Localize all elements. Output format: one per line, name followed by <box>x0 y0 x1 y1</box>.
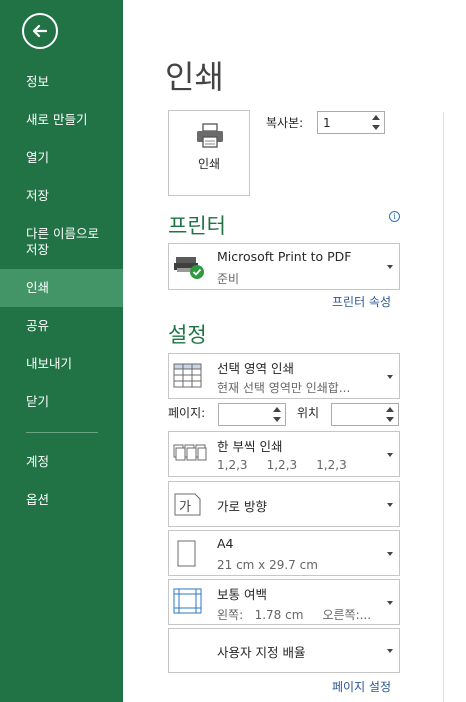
copies-stepper[interactable]: 1 <box>317 111 385 134</box>
chevron-down-icon <box>387 375 393 379</box>
print-scope-subtitle: 현재 선택 영역만 인쇄합... <box>217 381 351 395</box>
chevron-down-icon <box>387 649 393 653</box>
pages-to-label: 위치 <box>297 406 320 420</box>
page-title: 인쇄 <box>165 58 224 96</box>
paper-size-title: A4 <box>217 536 234 551</box>
sidebar-item-share[interactable]: 공유 <box>0 318 123 334</box>
print-scope-title: 선택 영역 인쇄 <box>217 361 294 376</box>
pages-from-arrows[interactable] <box>271 404 283 425</box>
copies-label: 복사본: <box>266 116 304 130</box>
sidebar-item-print[interactable]: 인쇄 <box>0 269 123 307</box>
scaling-title: 사용자 지정 배율 <box>217 645 306 660</box>
orientation-title: 가로 방향 <box>217 499 267 514</box>
copies-value: 1 <box>323 116 331 130</box>
settings-heading: 설정 <box>168 323 207 347</box>
spin-up-icon[interactable] <box>386 407 394 412</box>
pages-from-stepper[interactable] <box>218 403 286 426</box>
chevron-down-icon <box>387 601 393 605</box>
paper-page-icon <box>177 540 196 567</box>
orientation-dropdown[interactable]: 가 가로 방향 <box>168 481 400 527</box>
sidebar-item-info[interactable]: 정보 <box>0 74 123 90</box>
margins-dropdown[interactable]: 보통 여백 왼쪽: 1.78 cm 오른쪽:... <box>168 579 400 625</box>
sidebar-divider <box>26 432 98 433</box>
collate-dropdown[interactable]: 한 부씩 인쇄 1,2,3 1,2,3 1,2,3 <box>168 431 400 477</box>
landscape-page-icon: 가 <box>174 493 201 516</box>
print-panel: 인쇄 인쇄 복사본: 1 프린터 i Microsoft Print to PD <box>123 0 466 702</box>
copies-spin-arrows[interactable] <box>370 112 382 133</box>
printer-ready-icon <box>174 257 204 279</box>
selection-grid-icon <box>173 363 202 388</box>
spin-up-icon[interactable] <box>372 115 380 120</box>
sidebar-item-new[interactable]: 새로 만들기 <box>0 112 123 128</box>
printer-heading: 프린터 <box>168 214 226 238</box>
preview-divider <box>443 112 444 702</box>
collate-title: 한 부씩 인쇄 <box>217 439 283 454</box>
spin-up-icon[interactable] <box>273 407 281 412</box>
sidebar-item-options[interactable]: 옵션 <box>0 492 123 508</box>
page-setup-link[interactable]: 페이지 설정 <box>332 678 391 695</box>
printer-status: 준비 <box>217 272 240 286</box>
margins-subtitle: 왼쪽: 1.78 cm 오른쪽:... <box>217 608 372 622</box>
spin-down-icon[interactable] <box>386 417 394 422</box>
pages-label: 페이지: <box>168 406 206 420</box>
svg-text:가: 가 <box>179 500 191 515</box>
back-arrow-icon[interactable] <box>22 13 58 49</box>
paper-size-dropdown[interactable]: A4 21 cm x 29.7 cm <box>168 530 400 576</box>
chevron-down-icon <box>387 503 393 507</box>
backstage-sidebar: 정보 새로 만들기 열기 저장 다른 이름으로 저장 인쇄 공유 내보내기 닫기… <box>0 0 123 702</box>
sidebar-item-save-as[interactable]: 다른 이름으로 저장 <box>0 226 123 258</box>
printer-icon <box>197 123 223 148</box>
chevron-down-icon <box>387 265 393 269</box>
printer-dropdown[interactable]: Microsoft Print to PDF 준비 <box>168 243 400 290</box>
collate-pages-icon <box>173 444 207 461</box>
margins-title: 보통 여백 <box>217 587 267 602</box>
sidebar-item-account[interactable]: 계정 <box>0 454 123 470</box>
scaling-dropdown[interactable]: 사용자 지정 배율 <box>168 628 400 673</box>
sidebar-item-export[interactable]: 내보내기 <box>0 356 123 372</box>
sidebar-item-save[interactable]: 저장 <box>0 188 123 204</box>
print-button[interactable]: 인쇄 <box>168 110 250 196</box>
margins-icon <box>173 588 202 614</box>
paper-size-subtitle: 21 cm x 29.7 cm <box>217 558 318 572</box>
collate-subtitle: 1,2,3 1,2,3 1,2,3 <box>217 458 347 472</box>
chevron-down-icon <box>387 552 393 556</box>
info-icon[interactable]: i <box>389 211 400 222</box>
printer-properties-link[interactable]: 프린터 속성 <box>332 293 391 310</box>
print-button-label: 인쇄 <box>197 157 221 171</box>
print-scope-dropdown[interactable]: 선택 영역 인쇄 현재 선택 영역만 인쇄합... <box>168 353 400 399</box>
chevron-down-icon <box>387 453 393 457</box>
spin-down-icon[interactable] <box>273 417 281 422</box>
pages-to-stepper[interactable] <box>331 403 399 426</box>
printer-name: Microsoft Print to PDF <box>217 249 352 264</box>
sidebar-item-close[interactable]: 닫기 <box>0 394 123 410</box>
sidebar-item-open[interactable]: 열기 <box>0 150 123 166</box>
pages-to-arrows[interactable] <box>384 404 396 425</box>
spin-down-icon[interactable] <box>372 125 380 130</box>
